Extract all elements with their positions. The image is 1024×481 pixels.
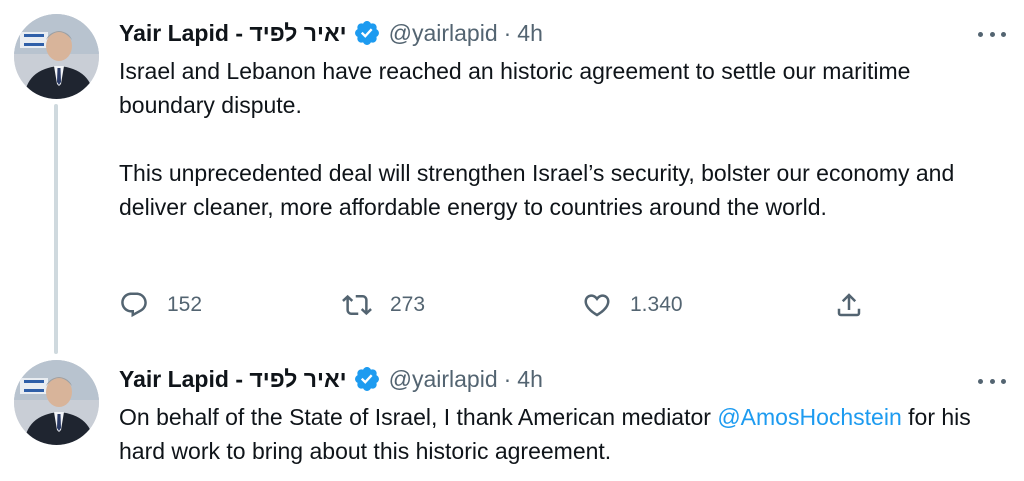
- tweet-paragraph: On behalf of the State of Israel, I than…: [119, 400, 999, 468]
- share-button[interactable]: [834, 285, 864, 325]
- handle[interactable]: @yairlapid: [389, 16, 498, 50]
- more-options-icon[interactable]: [978, 369, 1006, 393]
- timestamp[interactable]: 4h: [517, 362, 543, 396]
- display-name[interactable]: Yair Lapid - יאיר לפיד: [119, 362, 347, 396]
- like-count: 1.340: [630, 293, 683, 316]
- tweet-paragraph: This unprecedented deal will strengthen …: [119, 160, 955, 220]
- tweet-text-before: On behalf of the State of Israel, I than…: [119, 404, 718, 430]
- tweet-actions: 152 273 1.340: [0, 285, 1024, 325]
- handle[interactable]: @yairlapid: [389, 362, 498, 396]
- tweet-text: Israel and Lebanon have reached an histo…: [119, 54, 999, 224]
- reply-button[interactable]: 152: [119, 285, 202, 325]
- like-button[interactable]: 1.340: [582, 285, 683, 325]
- reply-count: 152: [167, 293, 203, 316]
- display-name[interactable]: Yair Lapid - יאיר לפיד: [119, 16, 347, 50]
- heart-icon: [584, 294, 610, 317]
- tweet-text: On behalf of the State of Israel, I than…: [119, 400, 999, 468]
- retweet-icon: [342, 294, 372, 316]
- verified-badge-icon: [353, 19, 381, 47]
- timestamp[interactable]: 4h: [517, 16, 543, 50]
- more-options-icon[interactable]: [978, 22, 1006, 46]
- verified-badge-icon: [353, 365, 381, 393]
- separator-dot: ·: [503, 20, 512, 46]
- tweet-paragraph: Israel and Lebanon have reached an histo…: [119, 58, 911, 118]
- retweet-count: 273: [390, 293, 426, 316]
- separator-dot: ·: [503, 366, 512, 392]
- avatar-photo: [14, 360, 99, 445]
- tweet[interactable]: Yair Lapid - יאיר לפיד @yairlapid · 4h I…: [0, 0, 1024, 354]
- avatar[interactable]: [14, 14, 99, 99]
- mention-link[interactable]: @AmosHochstein: [717, 404, 901, 430]
- tweet[interactable]: Yair Lapid - יאיר לפיד @yairlapid · 4h O…: [0, 345, 1024, 481]
- tweet-header: Yair Lapid - יאיר לפיד @yairlapid · 4h: [119, 362, 543, 396]
- tweet-thread: Yair Lapid - יאיר לפיד @yairlapid · 4h I…: [0, 0, 1024, 481]
- tweet-header: Yair Lapid - יאיר לפיד @yairlapid · 4h: [119, 16, 543, 50]
- avatar-photo: [14, 14, 99, 99]
- retweet-button[interactable]: 273: [342, 285, 425, 325]
- share-icon: [837, 293, 861, 317]
- reply-icon: [121, 292, 147, 318]
- avatar[interactable]: [14, 360, 99, 445]
